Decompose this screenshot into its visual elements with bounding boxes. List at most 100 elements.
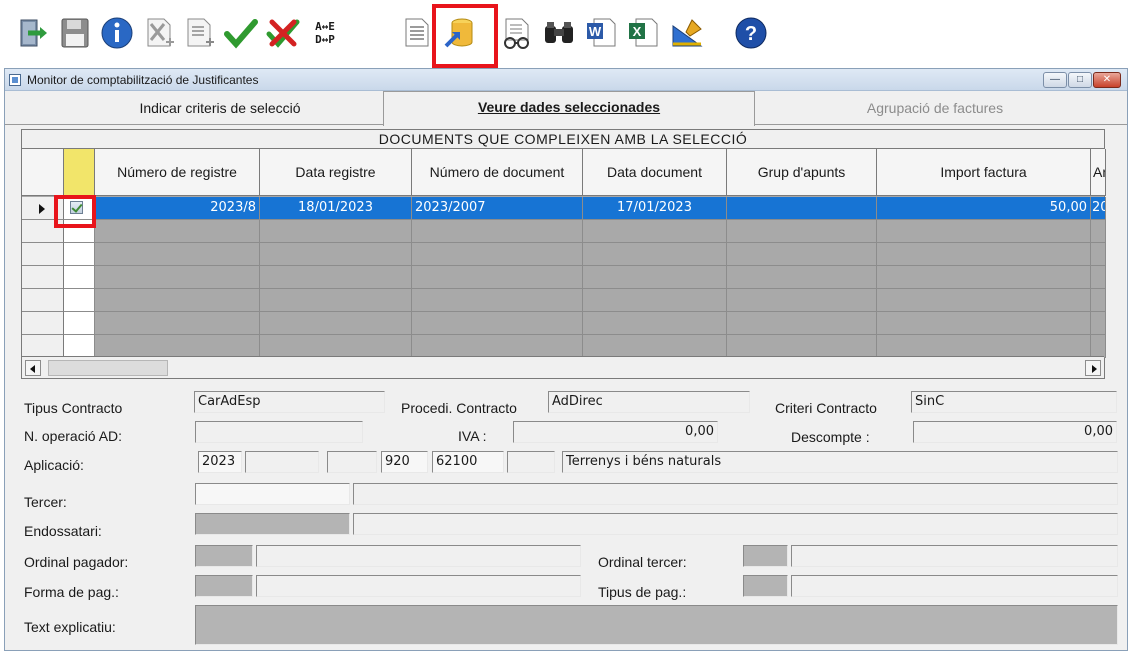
text-explicatiu-field[interactable]: [195, 605, 1118, 645]
tab-agrupacio-factures[interactable]: Agrupació de factures: [815, 93, 1055, 123]
aplicacio-any-field[interactable]: 2023: [198, 451, 242, 473]
aplicacio-part-2-field[interactable]: [245, 451, 319, 473]
aplicacio-economica-field[interactable]: 62100: [432, 451, 504, 473]
empty-cell: [64, 335, 95, 358]
scroll-right-button[interactable]: [1085, 360, 1101, 376]
reject-cross-icon[interactable]: [264, 14, 302, 52]
empty-cell: [22, 312, 64, 335]
table-row-empty[interactable]: [22, 289, 1106, 312]
tipus-pag-name-field[interactable]: [791, 575, 1118, 597]
excel-export-icon[interactable]: X: [624, 14, 662, 52]
close-button[interactable]: ✕: [1093, 72, 1121, 88]
empty-cell: [22, 266, 64, 289]
empty-cell: [877, 289, 1091, 312]
scroll-left-button[interactable]: [25, 360, 41, 376]
label-ordinal-tercer: Ordinal tercer:: [598, 554, 687, 570]
empty-cell: [95, 220, 260, 243]
iva-field[interactable]: 0,00: [513, 421, 718, 443]
empty-cell: [95, 289, 260, 312]
empty-cell: [877, 243, 1091, 266]
table-row-empty[interactable]: [22, 220, 1106, 243]
results-grid: DOCUMENTS QUE COMPLEIXEN AMB LA SELECCIÓ…: [21, 129, 1106, 379]
chart-edit-icon[interactable]: [668, 14, 706, 52]
empty-cell: [877, 266, 1091, 289]
label-procedi-contracto: Procedi. Contracto: [401, 400, 517, 416]
empty-cell: [583, 335, 727, 358]
svg-text:X: X: [633, 24, 642, 39]
table-row-empty[interactable]: [22, 335, 1106, 358]
word-export-icon[interactable]: W: [582, 14, 620, 52]
help-icon[interactable]: ?: [732, 14, 770, 52]
table-row-empty[interactable]: [22, 266, 1106, 289]
empty-cell: [95, 243, 260, 266]
endossatari-name-field[interactable]: [353, 513, 1118, 535]
tercer-name-field[interactable]: [353, 483, 1118, 505]
forma-pag-name-field[interactable]: [256, 575, 581, 597]
n-operacio-ad-field[interactable]: [195, 421, 363, 443]
check-column-header[interactable]: [64, 149, 95, 196]
aplicacio-description-field[interactable]: Terrenys i béns naturals: [562, 451, 1118, 473]
procedi-contracto-field[interactable]: AdDirec: [548, 391, 750, 413]
column-header[interactable]: Import factura: [877, 149, 1091, 196]
column-header[interactable]: Grup d'apunts: [727, 149, 877, 196]
svg-text:?: ?: [745, 23, 757, 45]
tab-veure-dades[interactable]: Veure dades seleccionades: [383, 91, 755, 126]
column-header[interactable]: An: [1091, 149, 1106, 196]
empty-cell: [22, 289, 64, 312]
column-header[interactable]: Data registre: [260, 149, 412, 196]
tipus-pag-code-field[interactable]: [743, 575, 788, 597]
label-tercer: Tercer:: [24, 494, 67, 510]
window-title: Monitor de comptabilització de Justifica…: [27, 73, 259, 87]
svg-text:W: W: [589, 24, 602, 39]
aplicacio-part-3-field[interactable]: [327, 451, 377, 473]
empty-cell: [583, 220, 727, 243]
endossatari-code-field[interactable]: [195, 513, 350, 535]
table-row[interactable]: 2023/8 18/01/2023 2023/2007 17/01/2023 5…: [22, 197, 1106, 220]
criteri-contracto-field[interactable]: SinC: [911, 391, 1117, 413]
empty-cell: [64, 312, 95, 335]
column-header[interactable]: Data document: [583, 149, 727, 196]
empty-cell: [412, 335, 583, 358]
ordinal-tercer-name-field[interactable]: [791, 545, 1118, 567]
row-pointer-icon: [39, 204, 45, 214]
delete-document-icon[interactable]: [140, 14, 178, 52]
scroll-thumb[interactable]: [48, 360, 168, 376]
aplicacio-part-6-field[interactable]: [507, 451, 555, 473]
empty-cell: [1091, 220, 1106, 243]
accept-check-icon[interactable]: [222, 14, 260, 52]
cell-an: 20: [1091, 197, 1106, 220]
maximize-button[interactable]: □: [1068, 72, 1092, 88]
cell-data-document: 17/01/2023: [583, 197, 727, 220]
tab-indicar-criteris[interactable]: Indicar criteris de selecció: [105, 93, 335, 123]
table-row-empty[interactable]: [22, 312, 1106, 335]
column-header[interactable]: Número de document: [412, 149, 583, 196]
label-forma-pag: Forma de pag.:: [24, 584, 119, 600]
tercer-code-field[interactable]: [195, 483, 350, 505]
minimize-button[interactable]: —: [1043, 72, 1067, 88]
column-header[interactable]: Número de registre: [95, 149, 260, 196]
empty-cell: [727, 289, 877, 312]
aplicacio-programa-field[interactable]: 920: [381, 451, 428, 473]
cell-import-factura: 50,00: [877, 197, 1091, 220]
descompte-field[interactable]: 0,00: [913, 421, 1117, 443]
empty-cell: [727, 243, 877, 266]
ordinal-tercer-code-field[interactable]: [743, 545, 788, 567]
sort-a-e-d-p-icon[interactable]: A↔E D↔P: [306, 14, 344, 52]
ordinal-pagador-name-field[interactable]: [256, 545, 581, 567]
print-preview-icon[interactable]: [498, 14, 536, 52]
tipus-contracto-field[interactable]: CarAdEsp: [194, 391, 385, 413]
new-document-icon[interactable]: [180, 14, 218, 52]
binoculars-icon[interactable]: [540, 14, 578, 52]
highlight-box-toolbar: [432, 4, 498, 68]
ordinal-pagador-code-field[interactable]: [195, 545, 253, 567]
table-row-empty[interactable]: [22, 243, 1106, 266]
info-icon[interactable]: [98, 14, 136, 52]
empty-cell: [727, 220, 877, 243]
document-icon[interactable]: [398, 14, 436, 52]
empty-cell: [727, 312, 877, 335]
forma-pag-code-field[interactable]: [195, 575, 253, 597]
save-disk-icon[interactable]: [56, 14, 94, 52]
exit-icon[interactable]: [12, 14, 50, 52]
empty-cell: [260, 220, 412, 243]
horizontal-scrollbar[interactable]: [22, 356, 1104, 378]
